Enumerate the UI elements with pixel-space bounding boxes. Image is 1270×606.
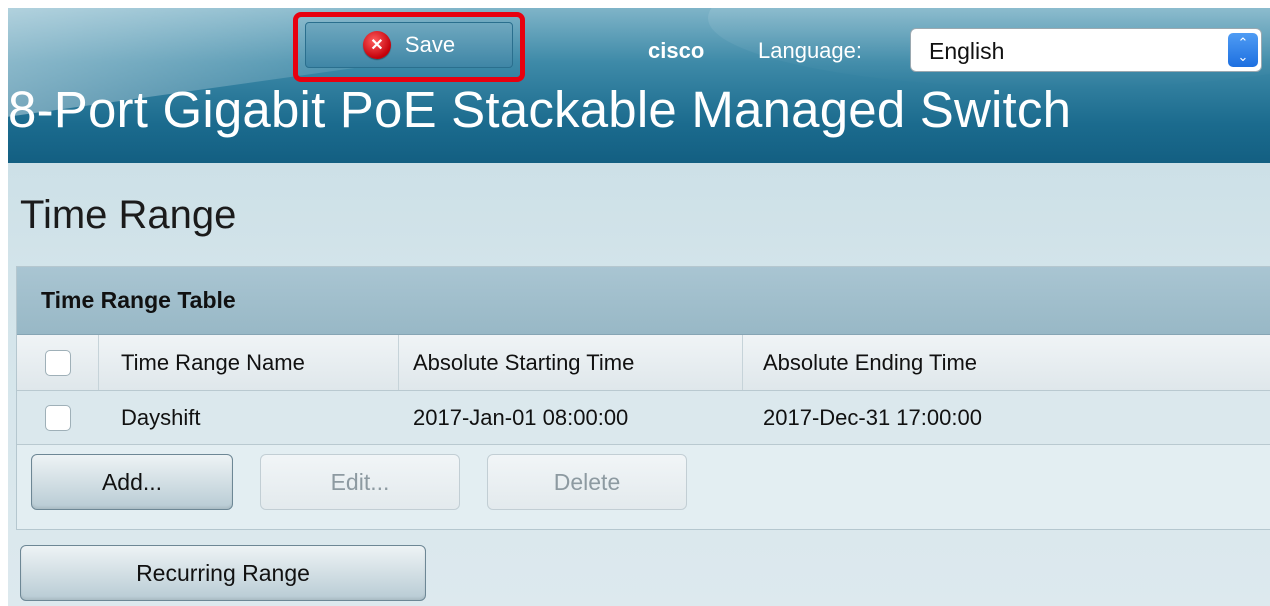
cell-start-time: 2017-Jan-01 08:00:00	[413, 404, 629, 430]
edit-button[interactable]: Edit...	[260, 454, 460, 510]
column-header-name[interactable]: Time Range Name	[99, 335, 399, 390]
row-select-cell	[17, 391, 99, 444]
delete-button[interactable]: Delete	[487, 454, 687, 510]
language-selected-value: English	[929, 38, 1005, 64]
select-all-checkbox[interactable]	[44, 349, 71, 376]
language-select[interactable]: English ⌃ ⌄	[910, 28, 1262, 72]
recurring-range-button[interactable]: Recurring Range	[20, 545, 426, 601]
save-highlight-annotation	[293, 12, 525, 82]
column-header-end[interactable]: Absolute Ending Time	[743, 335, 1270, 390]
table-row: Dayshift 2017-Jan-01 08:00:00 2017-Dec-3…	[17, 391, 1270, 445]
app-frame: ✕ Save cisco Language: English ⌃ ⌄ 8-Port…	[8, 8, 1270, 606]
add-button[interactable]: Add...	[31, 454, 233, 510]
page-title: Time Range	[20, 193, 237, 237]
cell-time-range-name: Dayshift	[121, 404, 201, 430]
table-caption-text: Time Range Table	[41, 287, 236, 313]
select-all-cell	[17, 335, 99, 390]
up-down-chevron-icon: ⌃ ⌄	[1228, 33, 1258, 67]
header-banner: ✕ Save cisco Language: English ⌃ ⌄ 8-Port…	[8, 8, 1270, 163]
column-header-start[interactable]: Absolute Starting Time	[399, 335, 743, 390]
cell-end-time: 2017-Dec-31 17:00:00	[763, 404, 982, 430]
device-title: 8-Port Gigabit PoE Stackable Managed Swi…	[8, 81, 1072, 138]
brand-logo-text: cisco	[648, 38, 705, 63]
row-checkbox[interactable]	[45, 404, 71, 431]
time-range-table-panel: Time Range Table Time Range Name Absolut…	[16, 266, 1270, 530]
table-header-row: Time Range Name Absolute Starting Time A…	[17, 335, 1270, 391]
language-label: Language:	[758, 38, 862, 63]
table-caption: Time Range Table	[17, 267, 1270, 335]
